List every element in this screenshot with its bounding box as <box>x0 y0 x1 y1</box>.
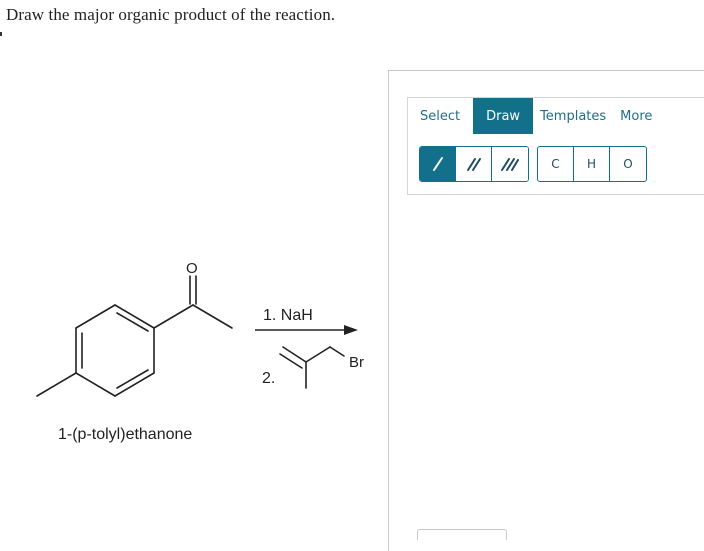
tool-row: C H O <box>419 146 647 182</box>
editor-toolbar: Select Draw Templates More C H O <box>407 97 704 195</box>
reagent-1-label: 1. NaH <box>263 307 313 324</box>
reactant-structure <box>36 275 233 397</box>
editor-tabs: Select Draw Templates More <box>408 98 659 134</box>
bromine-label: Br <box>349 354 364 371</box>
reagent-2-number: 2. <box>262 370 275 387</box>
atom-h-button[interactable]: H <box>574 147 610 181</box>
tab-templates[interactable]: Templates <box>533 98 613 134</box>
tab-select[interactable]: Select <box>408 98 473 134</box>
atom-o-button[interactable]: O <box>610 147 646 181</box>
triple-bond-icon <box>501 158 519 171</box>
structure-editor[interactable]: Select Draw Templates More C H O <box>388 70 704 551</box>
atom-tool-group: C H O <box>537 146 647 182</box>
reactant-name: 1-(p-tolyl)ethanone <box>58 426 192 443</box>
bottom-control-edge[interactable] <box>417 529 507 540</box>
reaction-scheme: O 1. NaH 2. Br 1-(p-tolyl)ethanone <box>0 240 390 460</box>
atom-c-button[interactable]: C <box>538 147 574 181</box>
arrow-head <box>344 325 358 335</box>
tab-more[interactable]: More <box>613 98 659 134</box>
single-bond-button[interactable] <box>420 147 456 181</box>
tab-draw[interactable]: Draw <box>473 98 534 134</box>
question-prompt: Draw the major organic product of the re… <box>6 5 336 24</box>
margin-marker <box>0 32 2 36</box>
double-bond-icon <box>466 158 481 171</box>
double-bond-button[interactable] <box>456 147 492 181</box>
single-bond-icon <box>432 157 443 171</box>
bond-tool-group <box>419 146 529 182</box>
reagent-2-structure <box>279 346 345 389</box>
oxygen-label: O <box>186 260 198 277</box>
triple-bond-button[interactable] <box>492 147 528 181</box>
